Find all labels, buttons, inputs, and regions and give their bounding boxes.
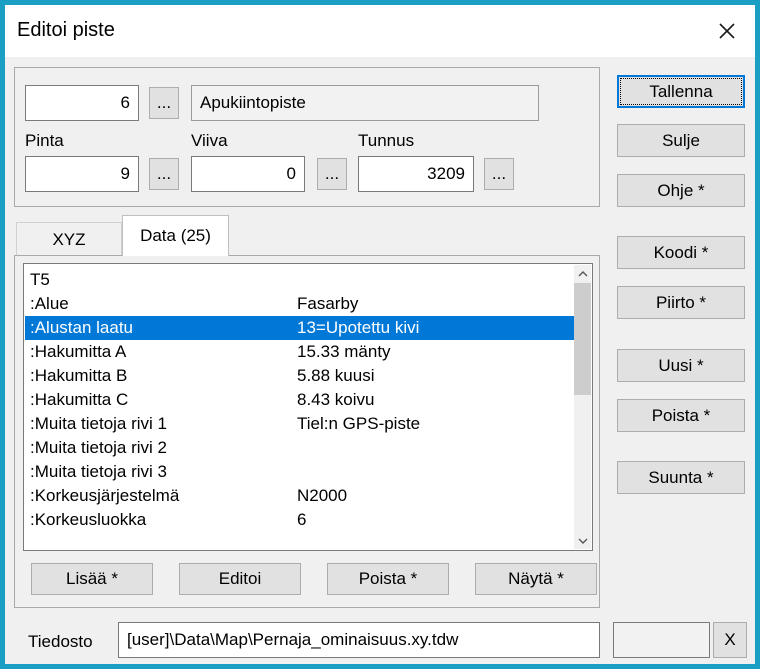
dialog-surface: Editoi piste ... Pinta Viiva Tunnus ...: [5, 5, 755, 664]
file-path-field[interactable]: [118, 622, 600, 658]
list-item-selected[interactable]: :Alustan laatu 13=Upotettu kivi: [25, 316, 574, 340]
list-item[interactable]: :Hakumitta C 8.43 koivu: [25, 388, 574, 412]
code-button[interactable]: Koodi *: [617, 236, 745, 269]
tab-data[interactable]: Data (25): [122, 215, 229, 256]
delete-attribute-button[interactable]: Poista *: [327, 563, 449, 595]
list-item[interactable]: :Muita tietoja rivi 2: [25, 436, 574, 460]
attribute-list[interactable]: T5 :Alue Fasarby :Alustan laatu 13=Upote…: [23, 263, 593, 551]
list-item[interactable]: :Hakumitta A 15.33 mänty: [25, 340, 574, 364]
attribute-name: :Hakumitta B: [30, 366, 127, 385]
pinta-browse-button[interactable]: ...: [149, 158, 179, 190]
tunnus-input[interactable]: [358, 156, 474, 192]
list-item[interactable]: :Muita tietoja rivi 1 Tiel:n GPS-piste: [25, 412, 574, 436]
viiva-browse-button[interactable]: ...: [317, 158, 347, 190]
point-number-input[interactable]: [25, 85, 139, 121]
title-bar: Editoi piste: [5, 5, 755, 57]
help-button[interactable]: Ohje *: [617, 174, 745, 207]
point-number-browse-button[interactable]: ...: [149, 87, 179, 119]
attribute-value: N2000: [297, 484, 347, 508]
attribute-rows: T5 :Alue Fasarby :Alustan laatu 13=Upote…: [25, 265, 574, 549]
list-item[interactable]: T5: [25, 268, 574, 292]
attribute-value: 15.33 mänty: [297, 340, 391, 364]
attribute-name: :Alustan laatu: [30, 318, 133, 337]
attribute-value: 5.88 kuusi: [297, 364, 375, 388]
chevron-up-icon: [578, 271, 588, 277]
attribute-name: :Hakumitta C: [30, 390, 128, 409]
clear-file-button[interactable]: X: [713, 622, 747, 658]
add-attribute-button[interactable]: Lisää *: [31, 563, 153, 595]
point-header-group: ... Pinta Viiva Tunnus ... ... ...: [14, 67, 600, 207]
attribute-name: :Korkeusluokka: [30, 510, 146, 529]
close-button[interactable]: [705, 9, 749, 53]
close-dialog-button[interactable]: Sulje: [617, 124, 745, 157]
show-attribute-button[interactable]: Näytä *: [475, 563, 597, 595]
attribute-value: Fasarby: [297, 292, 358, 316]
data-tab-page: T5 :Alue Fasarby :Alustan laatu 13=Upote…: [14, 255, 600, 608]
attribute-value: 8.43 koivu: [297, 388, 375, 412]
scroll-down-button[interactable]: [574, 532, 591, 549]
edit-point-dialog: Editoi piste ... Pinta Viiva Tunnus ...: [0, 0, 760, 669]
attribute-value: 6: [297, 508, 306, 532]
edit-attribute-button[interactable]: Editoi: [179, 563, 301, 595]
pinta-label: Pinta: [25, 131, 64, 151]
point-class-name-field: [191, 85, 539, 121]
new-button[interactable]: Uusi *: [617, 349, 745, 382]
list-item[interactable]: :Alue Fasarby: [25, 292, 574, 316]
tunnus-label: Tunnus: [358, 131, 414, 151]
direction-button[interactable]: Suunta *: [617, 461, 745, 494]
attribute-name: T5: [30, 270, 50, 289]
close-icon: [718, 22, 736, 40]
delete-point-button[interactable]: Poista *: [617, 399, 745, 432]
viiva-label: Viiva: [191, 131, 228, 151]
attribute-name: :Alue: [30, 294, 69, 313]
file-extra-field[interactable]: [613, 622, 710, 658]
list-item[interactable]: :Korkeusjärjestelmä N2000: [25, 484, 574, 508]
viiva-input[interactable]: [191, 156, 305, 192]
list-scrollbar[interactable]: [574, 265, 591, 549]
tunnus-browse-button[interactable]: ...: [484, 158, 514, 190]
draw-button[interactable]: Piirto *: [617, 286, 745, 319]
attribute-name: :Korkeusjärjestelmä: [30, 486, 179, 505]
list-item[interactable]: :Muita tietoja rivi 3: [25, 460, 574, 484]
scrollbar-thumb[interactable]: [574, 283, 591, 395]
save-button[interactable]: Tallenna: [617, 75, 745, 108]
attribute-value: Tiel:n GPS-piste: [297, 412, 420, 436]
file-label: Tiedosto: [28, 632, 93, 652]
list-item[interactable]: :Hakumitta B 5.88 kuusi: [25, 364, 574, 388]
attribute-name: :Muita tietoja rivi 3: [30, 462, 167, 481]
attribute-name: :Muita tietoja rivi 2: [30, 438, 167, 457]
attribute-name: :Hakumitta A: [30, 342, 126, 361]
attribute-value: 13=Upotettu kivi: [297, 316, 419, 340]
chevron-down-icon: [578, 538, 588, 544]
dialog-title: Editoi piste: [17, 19, 115, 42]
tab-xyz[interactable]: XYZ: [16, 222, 122, 256]
pinta-input[interactable]: [25, 156, 139, 192]
attribute-name: :Muita tietoja rivi 1: [30, 414, 167, 433]
list-item[interactable]: :Korkeusluokka 6: [25, 508, 574, 532]
scroll-up-button[interactable]: [574, 265, 591, 282]
